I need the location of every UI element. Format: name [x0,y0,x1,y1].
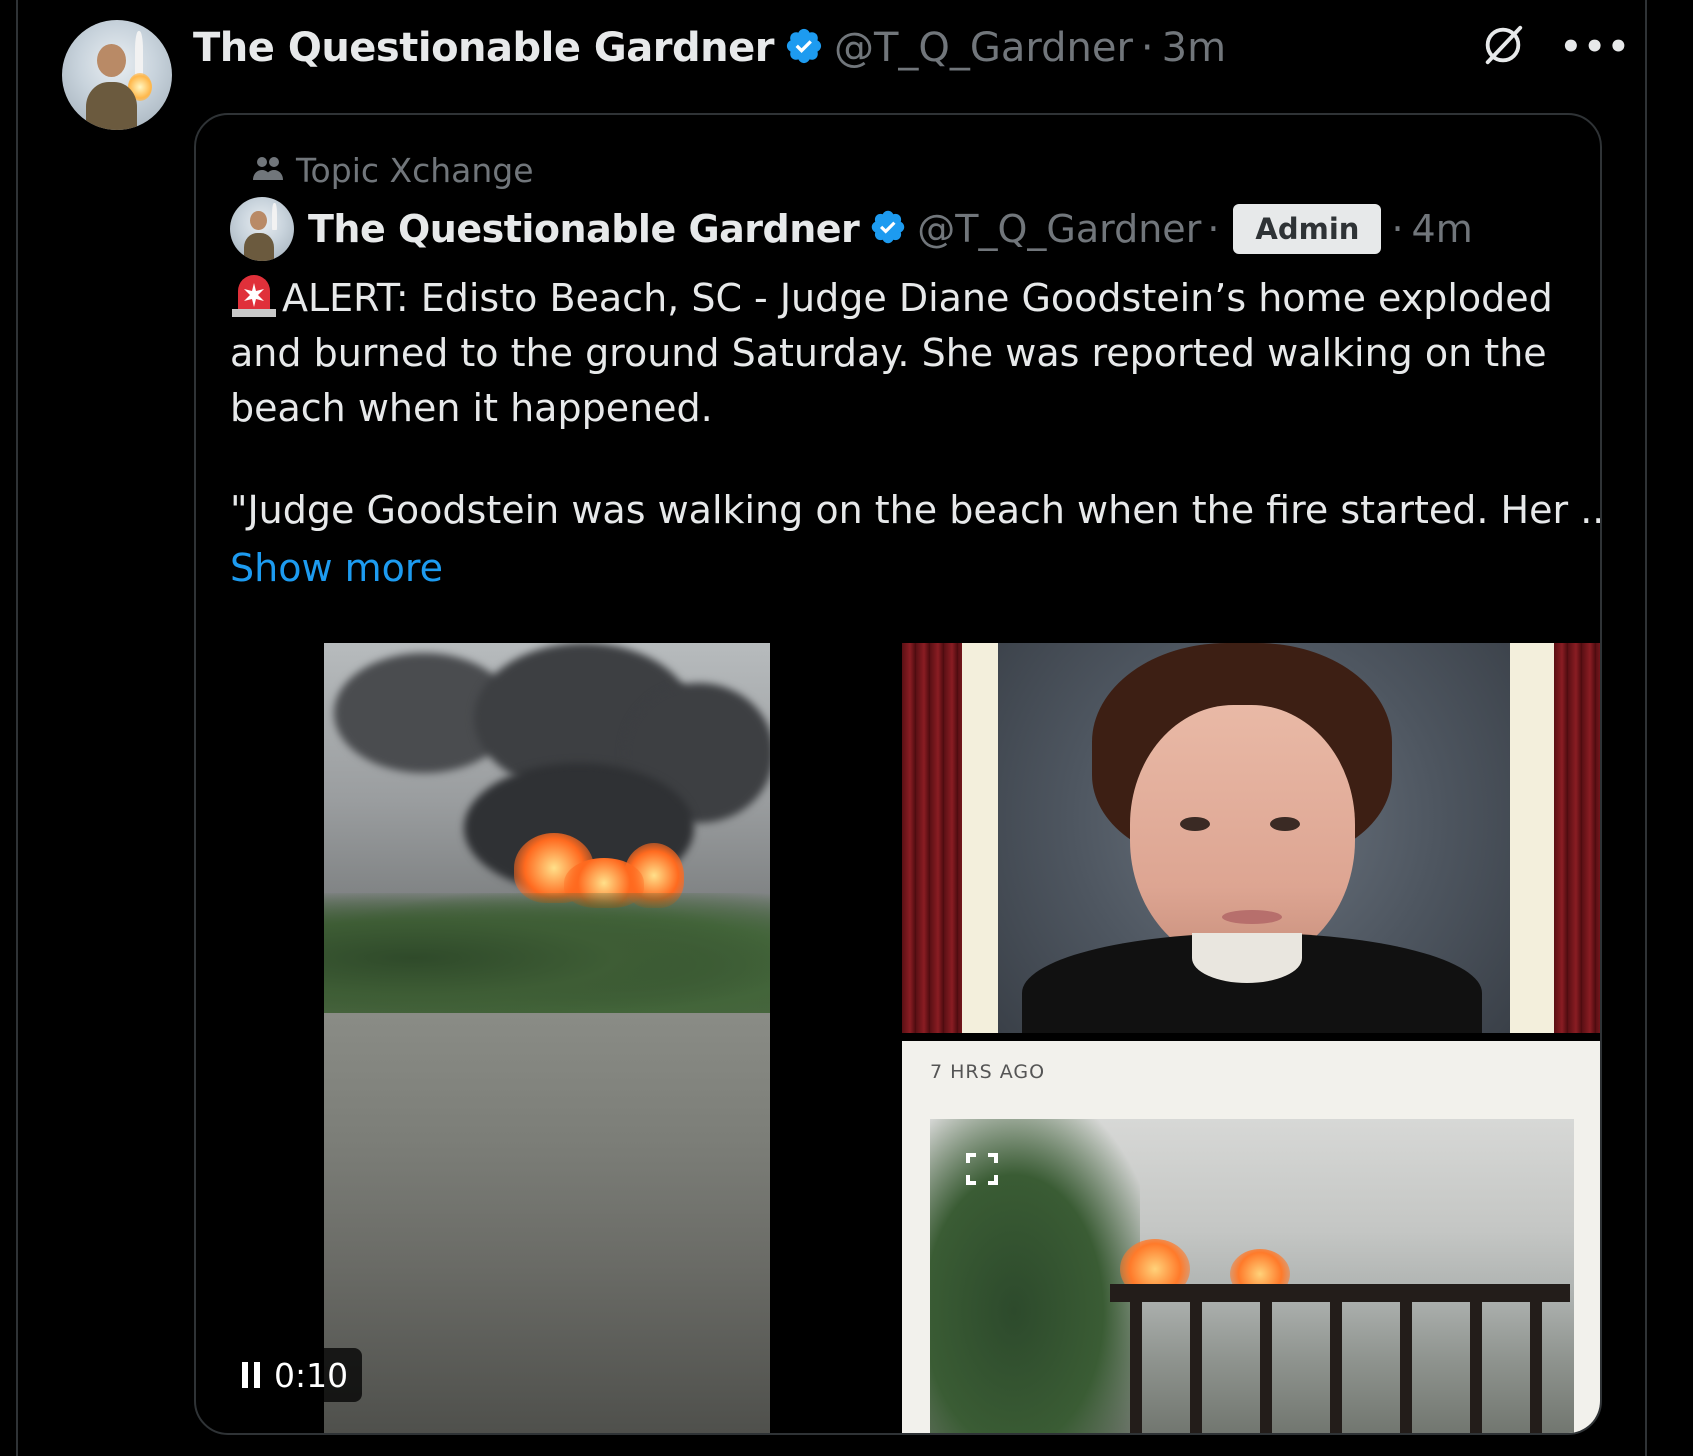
portrait-image[interactable] [902,643,1600,1033]
text-line: ALERT: Edisto Beach, SC - Judge Diane Go… [230,271,1570,326]
siren-emoji-icon [230,273,278,317]
water [324,1013,770,1433]
video-time: 0:10 [274,1355,349,1395]
grok-icon[interactable] [1480,22,1526,72]
post-time[interactable]: 3m [1162,25,1226,71]
community-label[interactable]: Topic Xchange [252,151,534,190]
admin-badge: Admin [1233,204,1382,254]
quoted-author-avatar[interactable] [230,197,294,261]
quoted-post-text: ALERT: Edisto Beach, SC - Judge Diane Go… [230,271,1602,538]
post-actions: ••• [1480,22,1631,72]
verified-badge-icon [784,26,824,70]
quoted-post-header: The Questionable Gardner @T_Q_Gardner · … [230,195,1473,263]
community-name: Topic Xchange [296,151,534,190]
quoted-author-name[interactable]: The Questionable Gardner [308,207,860,251]
separator-dot: · [1391,207,1404,251]
verified-badge-icon [869,208,907,250]
author-avatar[interactable] [62,20,172,130]
more-icon[interactable]: ••• [1560,30,1631,64]
quoted-post-card[interactable]: Topic Xchange The Questionable Gardner @… [194,113,1602,1435]
article-image[interactable]: 7 HRS AGO [902,1041,1600,1433]
timeline-border-right [1645,0,1647,1456]
text-line: "Judge Goodstein was walking on the beac… [230,488,1602,532]
separator-dot: · [1207,207,1220,251]
post-frame: The Questionable Gardner @T_Q_Gardner · … [0,0,1693,1456]
trees [324,893,770,1023]
text-line: and burned to the ground Saturday. She w… [230,331,1547,375]
video-media[interactable] [324,643,770,1433]
author-handle[interactable]: @T_Q_Gardner [834,25,1133,71]
text-line: beach when it happened. [230,386,713,430]
timeline-border-left [16,0,18,1456]
fire-photo [930,1119,1574,1433]
quoted-author-handle[interactable]: @T_Q_Gardner [917,207,1201,251]
post-header: The Questionable Gardner @T_Q_Gardner · … [193,20,1226,76]
community-icon [252,151,284,190]
quoted-post-time[interactable]: 4m [1412,207,1473,251]
separator-dot: · [1140,25,1154,71]
article-timestamp: 7 HRS AGO [930,1061,1046,1083]
author-name[interactable]: The Questionable Gardner [193,25,774,71]
video-timer[interactable]: 0:10 [232,1348,363,1402]
expand-icon[interactable] [966,1153,998,1185]
pause-icon[interactable] [242,1362,260,1388]
show-more-link[interactable]: Show more [230,546,443,590]
